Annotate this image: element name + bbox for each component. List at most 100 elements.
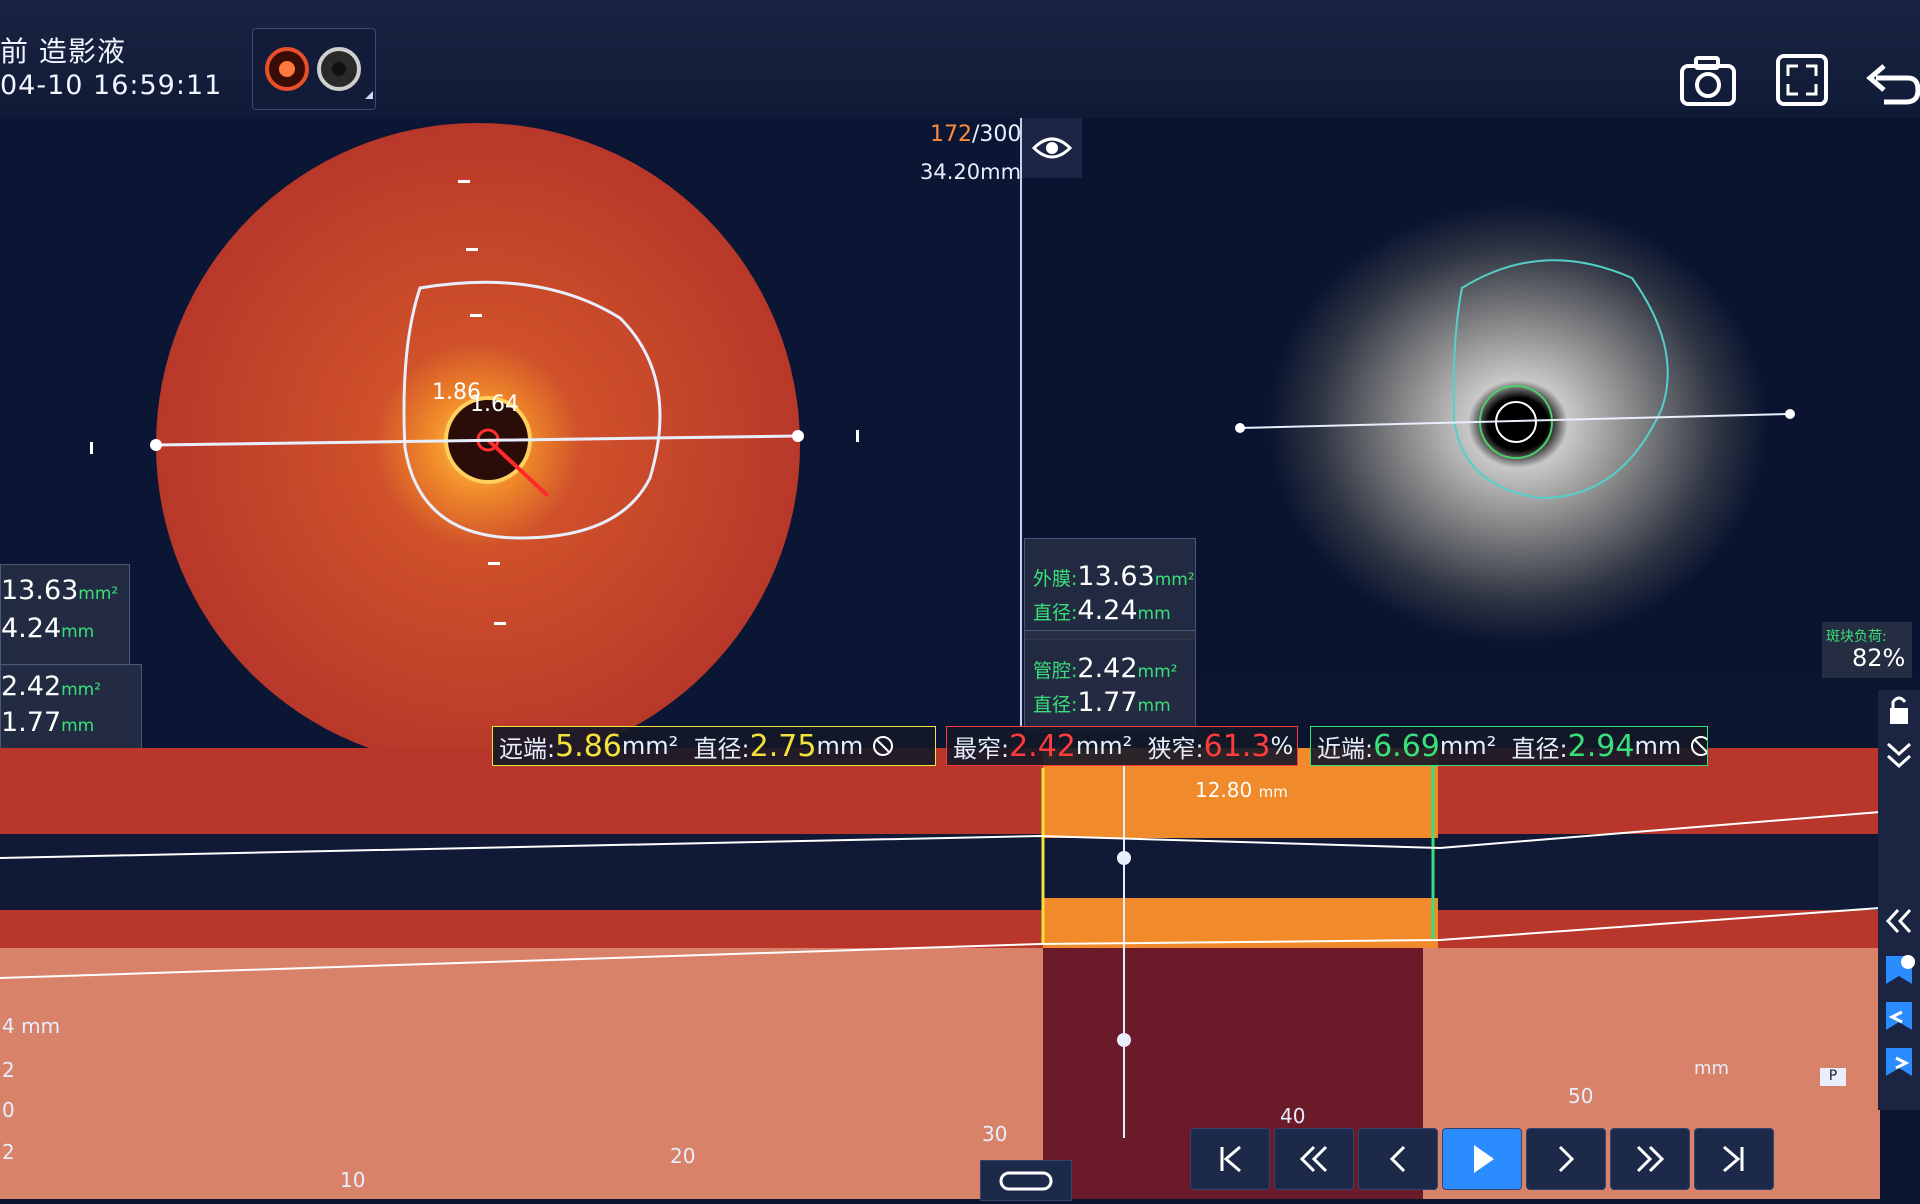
skip-start-icon	[1220, 1145, 1241, 1173]
p-badge[interactable]: P	[1820, 1068, 1846, 1086]
eem-measure-box[interactable]: 外膜:13.63mm² 直径:4.24mm	[1024, 538, 1196, 640]
lumen-area-unit: mm²	[1137, 662, 1178, 682]
snapshot-button[interactable]	[1676, 48, 1742, 114]
eem-diam-label: 直径:	[1033, 602, 1078, 624]
proximal-cancel-icon[interactable]	[1689, 734, 1707, 758]
distal-label: 远端:	[499, 734, 556, 763]
x-tick-30: 30	[982, 1122, 1008, 1146]
collapse-down-icon[interactable]	[1878, 734, 1920, 776]
lumen-diameter-label-2: 1.64	[470, 392, 519, 417]
playback-controls	[1190, 1120, 1870, 1199]
x-tick-10: 10	[340, 1168, 366, 1192]
distal-diam: 2.75	[749, 728, 817, 764]
oct-area-value: 13.63	[1, 575, 79, 606]
oct-area-unit: mm²	[78, 584, 119, 604]
eem-label: 外膜:	[1033, 568, 1078, 590]
undo-icon	[1866, 64, 1920, 105]
prev-frame-button[interactable]	[1358, 1128, 1438, 1190]
eem-area-unit: mm²	[1154, 570, 1195, 590]
proximal-area: 6.69	[1373, 728, 1440, 764]
distal-area: 5.86	[555, 728, 622, 764]
lock-icon[interactable]	[1878, 690, 1920, 732]
oct-image[interactable]	[0, 118, 1020, 767]
distal-cancel-icon[interactable]	[871, 734, 895, 758]
first-frame-button[interactable]	[1190, 1128, 1270, 1190]
top-bar: 前 造影液 04-10 16:59:11	[0, 0, 1920, 120]
y-label-4mm: 4 mm	[2, 1014, 61, 1038]
study-title: 前 造影液	[0, 35, 126, 68]
distal-diam-unit: mm	[816, 732, 864, 760]
play-icon	[1474, 1145, 1494, 1173]
y-label-0: 0	[2, 1098, 15, 1122]
frame-total: /300	[972, 122, 1022, 147]
distal-area-unit: mm²	[621, 732, 679, 760]
right-toolbar	[1878, 690, 1920, 1110]
plaque-burden-box: 斑块负荷: 82%	[1822, 622, 1912, 678]
last-frame-button[interactable]	[1694, 1128, 1774, 1190]
x-tick-50: 50	[1568, 1084, 1594, 1108]
proximal-diam: 2.94	[1567, 728, 1635, 764]
frame-counter: 172/300	[930, 122, 1021, 147]
oct-mode-icon[interactable]	[253, 29, 375, 109]
prev-bookmark-icon[interactable]	[1878, 996, 1920, 1038]
chevron-right-icon	[1558, 1145, 1575, 1173]
play-button[interactable]	[1442, 1128, 1522, 1190]
oct-diam-value: 4.24	[1, 613, 62, 644]
proximal-diam-unit: mm	[1634, 732, 1682, 760]
y-label-2: 2	[2, 1058, 15, 1082]
fast-forward-button[interactable]	[1610, 1128, 1690, 1190]
y-label-minus-2: 2	[2, 1140, 15, 1164]
fullscreen-button[interactable]	[1770, 48, 1836, 114]
x-axis-unit: mm	[1694, 1058, 1730, 1079]
proximal-label: 近端:	[1317, 734, 1374, 763]
skip-end-icon	[1723, 1145, 1744, 1173]
distal-diam-label: 直径:	[693, 734, 750, 763]
lumen-diam-label: 直径:	[1033, 694, 1078, 716]
lumen-diam-unit: mm	[1137, 696, 1171, 716]
link-icon	[999, 1171, 1053, 1191]
lumen-measure-box[interactable]: 管腔:2.42mm² 直径:1.77mm	[1024, 630, 1196, 732]
oct-diam-unit: mm	[61, 622, 95, 642]
plaque-burden-label: 斑块负荷:	[1826, 629, 1887, 645]
study-datetime: 04-10 16:59:11	[0, 70, 223, 101]
add-bookmark-icon[interactable]	[1878, 950, 1920, 992]
proximal-diam-label: 直径:	[1511, 734, 1568, 763]
double-chevron-right-icon	[1636, 1145, 1665, 1173]
chevron-left-icon	[1389, 1145, 1406, 1173]
segment-length-unit: mm	[1258, 783, 1288, 801]
eem-diam-unit: mm	[1137, 604, 1171, 624]
min-label: 最窄:	[953, 734, 1010, 763]
stenosis-value: 61.3	[1203, 728, 1271, 764]
lumen-diam: 1.77	[1077, 687, 1138, 718]
fullscreen-icon	[1776, 54, 1828, 106]
proximal-area-unit: mm²	[1439, 732, 1497, 760]
distal-measure[interactable]: 远端: 5.86 mm² 直径: 2.75 mm	[492, 726, 936, 766]
ivus-cross-section-panel[interactable]: 外膜:13.63mm² 直径:4.24mm 管腔:2.42mm² 直径:1.77…	[1022, 118, 1920, 732]
next-bookmark-icon[interactable]	[1878, 1042, 1920, 1084]
stenosis-label: 狭窄:	[1147, 734, 1204, 763]
lumen-area: 2.42	[1077, 653, 1138, 684]
depth-readout: 34.20mm	[920, 160, 1022, 184]
x-tick-20: 20	[670, 1144, 696, 1168]
back-button[interactable]	[1858, 48, 1920, 114]
double-chevron-left-icon	[1299, 1145, 1328, 1173]
stenosis-measure[interactable]: 最窄: 2.42 mm² 狭窄: 61.3 %	[946, 726, 1298, 766]
sync-link-button[interactable]	[980, 1160, 1072, 1201]
eem-diam: 4.24	[1077, 595, 1138, 626]
fast-rewind-button[interactable]	[1274, 1128, 1354, 1190]
min-area: 2.42	[1009, 728, 1076, 764]
measurement-summary-bar: 远端: 5.86 mm² 直径: 2.75 mm 最窄: 2.42 mm² 狭窄…	[0, 726, 1900, 768]
min-area-unit: mm²	[1075, 732, 1133, 760]
eem-area: 13.63	[1077, 561, 1155, 592]
collapse-left-icon[interactable]	[1878, 900, 1920, 942]
camera-icon	[1680, 56, 1736, 106]
oct-lumen-area-value: 2.42	[1, 671, 62, 702]
segment-length: 12.80 mm	[1195, 778, 1288, 802]
oct-measure-box-1[interactable]: 13.63mm² 4.24mm	[0, 564, 130, 666]
proximal-measure[interactable]: 近端: 6.69 mm² 直径: 2.94 mm	[1310, 726, 1708, 766]
oct-cross-section-panel[interactable]: 1.86 1.64 172/300 34.20mm 13.63mm² 4.24m…	[0, 118, 1022, 767]
image-mode-toggle[interactable]	[252, 28, 376, 110]
oct-lumen-area-unit: mm²	[61, 680, 102, 700]
segment-length-value: 12.80	[1195, 778, 1253, 802]
next-frame-button[interactable]	[1526, 1128, 1606, 1190]
